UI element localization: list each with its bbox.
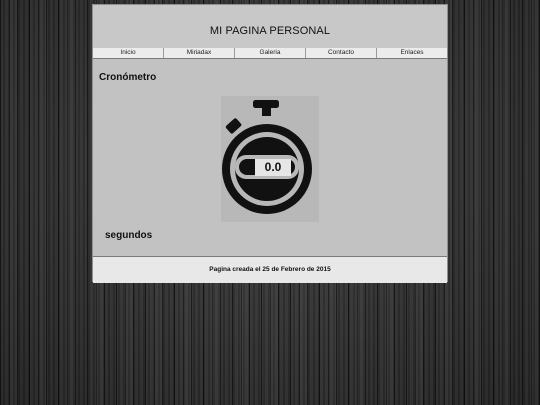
section-title: Cronómetro bbox=[99, 72, 157, 83]
page-container: MI PAGINA PERSONAL Inicio Miriadax Galer… bbox=[92, 4, 448, 283]
site-title: MI PAGINA PERSONAL bbox=[209, 25, 331, 37]
footer-text: Pagina creada el 25 de Febrero de 2015 bbox=[209, 266, 331, 273]
nav-item-galeria[interactable]: Galeria bbox=[235, 48, 306, 58]
nav-item-miriadax[interactable]: Miriadax bbox=[164, 48, 235, 58]
footer: Pagina creada el 25 de Febrero de 2015 bbox=[93, 256, 447, 283]
nav-item-contacto[interactable]: Contacto bbox=[306, 48, 377, 58]
header: MI PAGINA PERSONAL bbox=[93, 5, 447, 49]
stopwatch-display: 0.0 bbox=[264, 160, 282, 174]
unit-label: segundos bbox=[105, 230, 153, 241]
nav-bar: Inicio Miriadax Galeria Contacto Enlaces bbox=[93, 48, 447, 59]
nav-item-inicio[interactable]: Inicio bbox=[93, 48, 164, 58]
nav-item-enlaces[interactable]: Enlaces bbox=[377, 48, 447, 58]
stopwatch-panel[interactable]: 0.0 bbox=[221, 96, 319, 222]
